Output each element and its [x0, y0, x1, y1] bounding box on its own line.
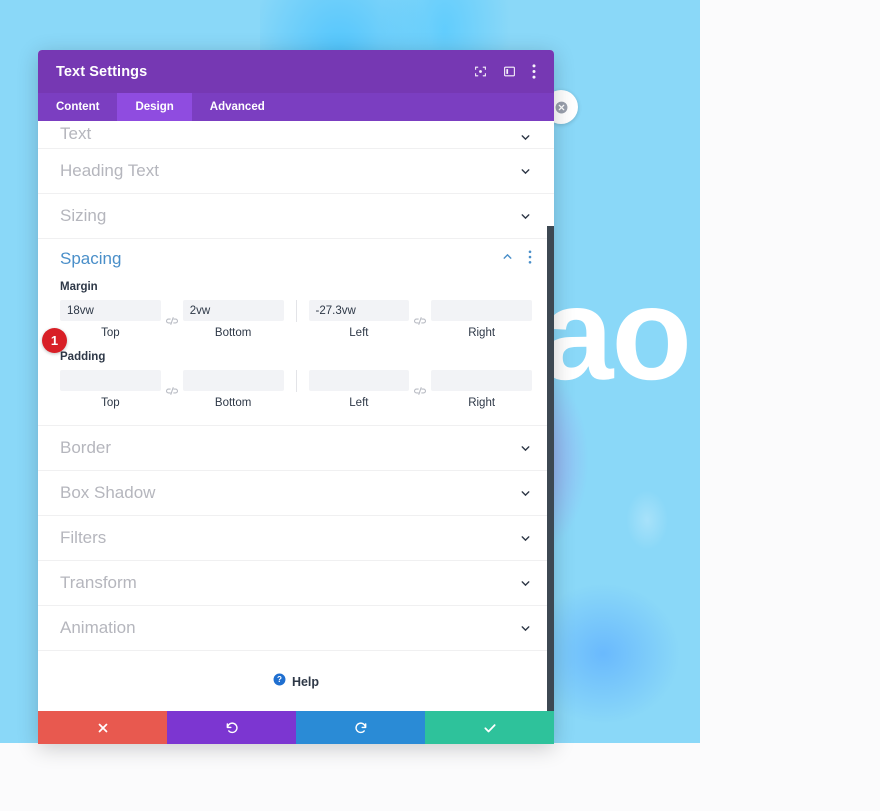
section-label: Transform	[60, 573, 137, 592]
spacing-section-header[interactable]: Spacing	[38, 239, 554, 279]
margin-label: Margin	[60, 281, 98, 293]
settings-scroll-area: Text Heading Text Sizing Spacing 1 Margi…	[38, 121, 554, 711]
more-vertical-icon[interactable]	[532, 64, 536, 79]
chevron-down-icon	[519, 622, 532, 635]
modal-header-actions	[474, 64, 536, 79]
save-button[interactable]	[425, 711, 554, 744]
discard-button[interactable]	[38, 711, 167, 744]
section-label: Border	[60, 438, 112, 457]
screen: ao Text Settings Content Design Advanced…	[0, 0, 880, 811]
sidebar-section-box-shadow[interactable]: Box Shadow	[38, 471, 554, 516]
margin-field-group: 1 Margin Top	[38, 279, 554, 353]
layout-panel-icon[interactable]	[503, 65, 516, 78]
svg-text:?: ?	[277, 675, 282, 684]
modal-tabs: Content Design Advanced	[38, 93, 554, 121]
padding-label: Padding	[60, 351, 106, 363]
section-label: Filters	[60, 528, 107, 547]
sidebar-section-filters[interactable]: Filters	[38, 516, 554, 561]
section-label: Animation	[60, 618, 136, 637]
chevron-down-icon	[519, 577, 532, 590]
field-divider	[295, 300, 297, 322]
modal-header: Text Settings	[38, 50, 554, 93]
chevron-up-icon[interactable]	[501, 250, 514, 268]
padding-right-label: Right	[468, 397, 496, 409]
help-label: Help	[291, 675, 320, 689]
margin-bottom-input[interactable]	[182, 300, 284, 321]
chevron-down-icon	[519, 165, 532, 178]
margin-bottom-label: Bottom	[214, 327, 252, 339]
field-divider	[295, 370, 297, 392]
sidebar-section-heading-text[interactable]: Heading Text	[38, 149, 554, 194]
broken-link-icon[interactable]	[161, 386, 183, 396]
broken-link-icon[interactable]	[409, 316, 431, 326]
section-label: Sizing	[60, 206, 107, 225]
section-label: Heading Text	[60, 161, 159, 180]
margin-left-label: Left	[349, 327, 369, 339]
chevron-down-icon	[519, 487, 532, 500]
section-label: Spacing	[60, 249, 122, 268]
hero-heading-text: ao	[540, 260, 692, 407]
sidebar-section-text[interactable]: Text	[38, 121, 554, 149]
margin-right-input[interactable]	[431, 300, 532, 321]
redo-button[interactable]	[296, 711, 425, 744]
margin-left-input[interactable]	[308, 300, 410, 321]
tab-design[interactable]: Design	[117, 93, 192, 121]
padding-right-input[interactable]	[431, 370, 532, 391]
broken-link-icon[interactable]	[161, 316, 183, 326]
broken-link-icon[interactable]	[409, 386, 431, 396]
modal-footer	[38, 711, 554, 744]
padding-bottom-input[interactable]	[182, 370, 284, 391]
undo-button[interactable]	[167, 711, 296, 744]
sidebar-section-spacing: Spacing 1 Margin 18vw Top 2vw Bottom -27…	[38, 239, 554, 426]
margin-top-label: Top	[101, 327, 120, 339]
padding-bottom-label: Bottom	[214, 397, 252, 409]
section-label: Text	[60, 124, 92, 143]
chevron-down-icon	[519, 442, 532, 455]
margin-top-input[interactable]	[60, 300, 161, 321]
padding-left-input[interactable]	[308, 370, 410, 391]
chevron-down-icon	[519, 532, 532, 545]
tab-content[interactable]: Content	[38, 93, 117, 121]
help-row: ? Help	[38, 651, 554, 711]
margin-right-label: Right	[468, 327, 496, 339]
modal-body: Text Heading Text Sizing Spacing 1 Margi…	[38, 121, 554, 711]
section-label: Box Shadow	[60, 483, 156, 502]
sidebar-section-sizing[interactable]: Sizing	[38, 194, 554, 239]
fullscreen-icon[interactable]	[474, 65, 487, 78]
modal-title: Text Settings	[56, 63, 148, 80]
status-badge: 1	[42, 328, 67, 353]
sidebar-section-border[interactable]: Border	[38, 426, 554, 471]
padding-top-label: Top	[101, 397, 120, 409]
padding-field-group: Padding Top Bottom Left Right	[38, 349, 554, 419]
sidebar-section-animation[interactable]: Animation	[38, 606, 554, 651]
tab-advanced[interactable]: Advanced	[192, 93, 283, 121]
padding-left-label: Left	[349, 397, 369, 409]
question-circle-icon: ?	[273, 673, 286, 691]
more-vertical-icon[interactable]	[528, 249, 532, 269]
text-settings-modal: Text Settings Content Design Advanced Te…	[38, 50, 554, 744]
chevron-down-icon	[519, 131, 532, 144]
padding-top-input[interactable]	[60, 370, 161, 391]
chevron-down-icon	[519, 210, 532, 223]
spacing-section-tools	[501, 249, 532, 269]
settings-scrollbar[interactable]	[547, 226, 554, 711]
help-link[interactable]: ? Help	[273, 673, 319, 691]
sidebar-section-transform[interactable]: Transform	[38, 561, 554, 606]
